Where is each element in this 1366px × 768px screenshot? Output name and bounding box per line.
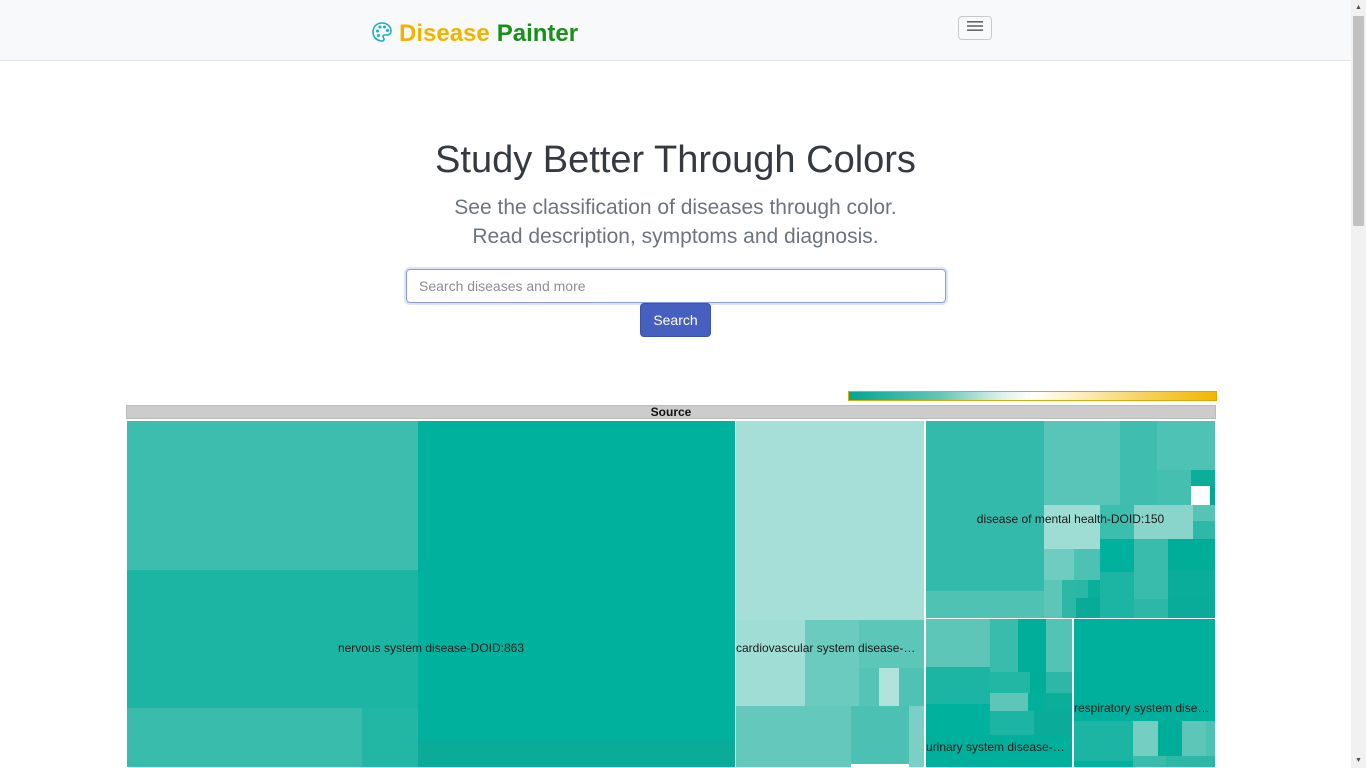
color-scale-legend [848,391,1217,401]
treemap-category-label[interactable]: urinary system disease-D… [926,740,1072,754]
palette-icon [371,21,399,48]
brand-word-disease[interactable]: Disease [399,20,490,48]
treemap-category-label[interactable]: cardiovascular system disease-D… [736,641,924,655]
hero-subtitle: See the classification of diseases throu… [0,193,1351,251]
page-scrollbar[interactable]: ▲ ▼ [1351,0,1366,768]
treemap-category-border [126,420,736,768]
treemap-root-header[interactable]: Source [126,405,1216,419]
treemap-category-border [1073,618,1216,768]
navbar-toggle-button[interactable] [958,16,992,40]
search-input[interactable] [406,269,946,303]
treemap-category-label[interactable]: nervous system disease-DOID:863 [127,641,735,655]
search-button[interactable]: Search [640,303,711,337]
navbar: Disease Painter [0,0,1351,61]
hero-subtitle-line-1: See the classification of diseases throu… [454,196,897,219]
brand-link[interactable]: Disease Painter [371,19,578,49]
treemap-category-label[interactable]: respiratory system disea… [1074,701,1215,715]
brand-word-painter[interactable]: Painter [497,20,578,48]
scroll-thumb[interactable] [1353,16,1364,226]
treemap-category-label[interactable]: disease of mental health-DOID:150 [926,512,1215,526]
hamburger-menu-icon [966,19,984,38]
scroll-up-arrow-icon[interactable]: ▲ [1351,0,1366,15]
hero-subtitle-line-2: Read description, symptoms and diagnosis… [472,225,879,248]
scroll-down-arrow-icon[interactable]: ▼ [1351,753,1366,768]
treemap-category-border [735,420,925,768]
hero-title: Study Better Through Colors [435,139,916,181]
